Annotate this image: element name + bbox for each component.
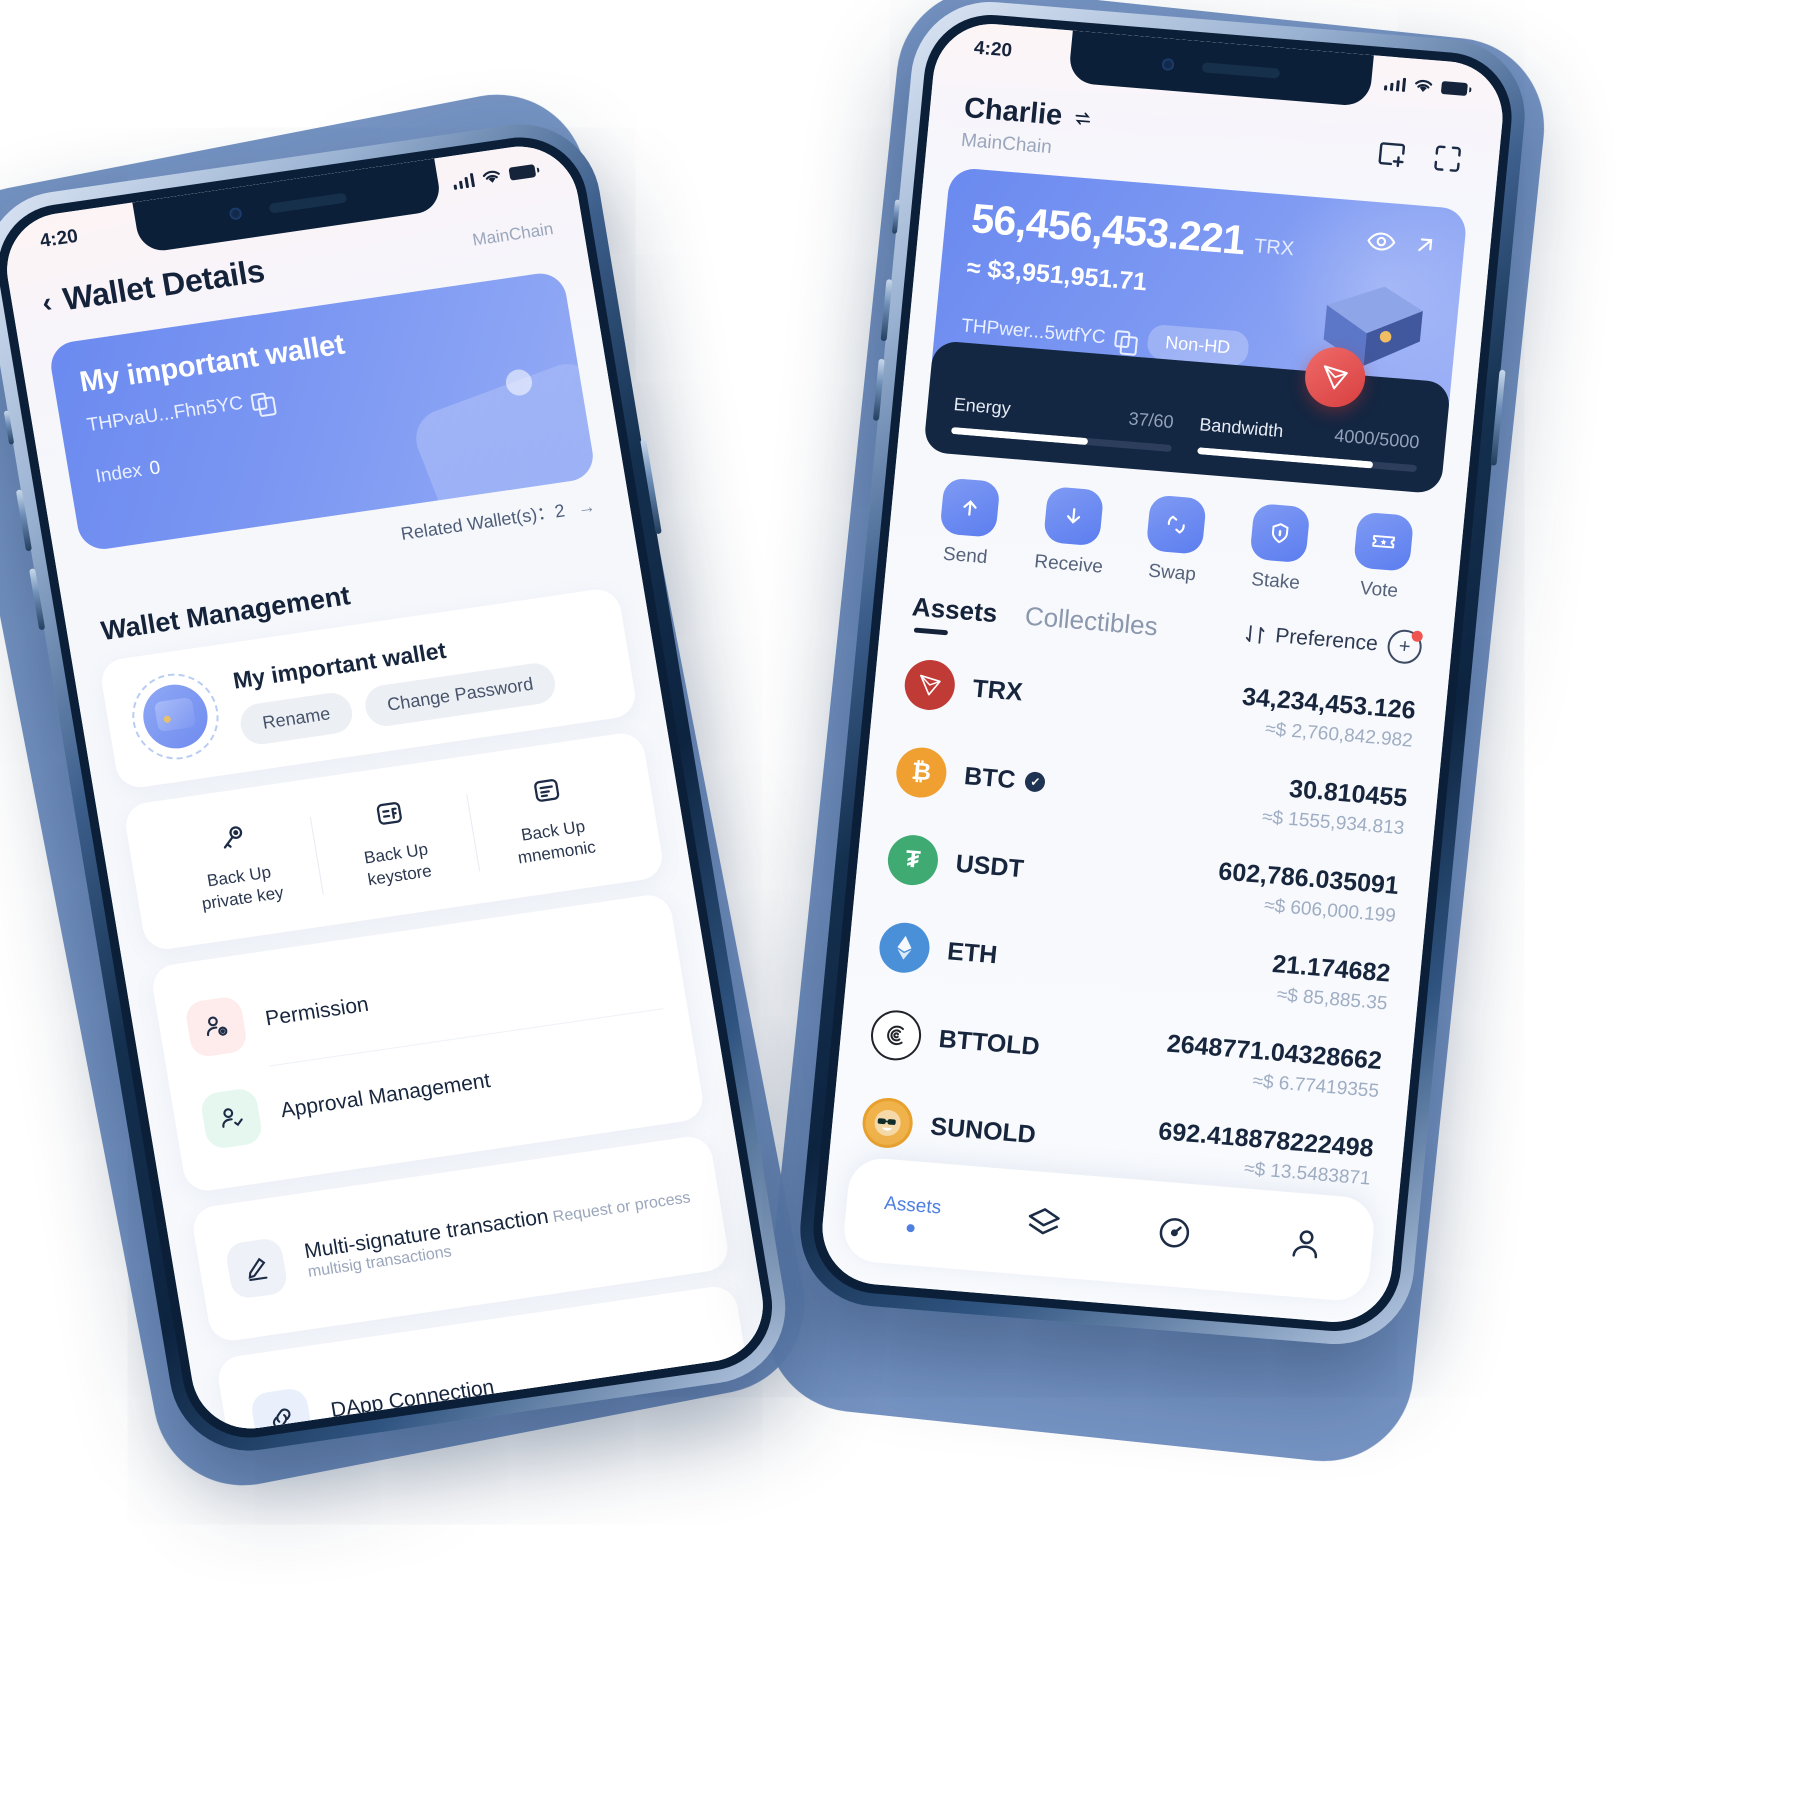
battery-icon <box>1440 80 1468 96</box>
active-indicator-dot <box>906 1223 915 1232</box>
asset-amount: 30.810455 <box>1287 774 1409 813</box>
energy-progress-bar <box>950 426 1172 452</box>
asset-symbol: USDT <box>954 849 1026 883</box>
profile-icon <box>1292 1229 1318 1258</box>
menu-label: DApp Connection <box>329 1375 496 1423</box>
energy-label: Energy <box>952 394 1012 419</box>
page-title: Wallet Details <box>60 252 267 318</box>
add-token-icon[interactable]: + <box>1386 628 1424 666</box>
back-button[interactable]: ‹ <box>40 286 54 318</box>
power-button[interactable] <box>640 438 662 535</box>
nav-item-assets[interactable]: Assets <box>845 1189 980 1237</box>
status-time: 4:20 <box>38 225 80 253</box>
bttold-coin-icon <box>868 1008 924 1063</box>
front-camera-icon <box>228 206 243 221</box>
action-stake[interactable]: Stake <box>1223 501 1335 597</box>
menu-label: Approval Management <box>279 1069 492 1123</box>
index-value: 0 <box>147 457 162 480</box>
action-vote[interactable]: Vote <box>1326 510 1438 606</box>
arrow-up-icon <box>939 477 1001 538</box>
account-switcher[interactable]: Charlie <box>963 92 1096 136</box>
earpiece-speaker <box>1201 62 1280 79</box>
backup-keystore-button[interactable]: Back Up keystore <box>307 779 481 905</box>
link-icon <box>249 1386 315 1437</box>
right-phone-mockup: 4:20 Charlie MainChain 56,456,453.221 TR… <box>793 0 1532 1351</box>
asset-symbol: BTC <box>962 761 1017 794</box>
rename-button[interactable]: Rename <box>237 690 356 747</box>
backup-private-key-button[interactable]: Back Up private key <box>150 801 324 927</box>
copy-icon[interactable] <box>1113 330 1131 349</box>
wallet-address: THPvaU...Fhn5YC <box>85 392 245 437</box>
action-swap[interactable]: Swap <box>1119 493 1231 589</box>
nav-item-explore[interactable] <box>1107 1208 1242 1262</box>
cellular-bars-icon <box>451 172 476 190</box>
arrow-right-icon: → <box>575 495 598 519</box>
wallet-home-screen: 4:20 Charlie MainChain 56,456,453.221 TR… <box>817 19 1508 1327</box>
nav-item-layers[interactable] <box>976 1197 1111 1251</box>
shield-icon <box>1249 503 1311 564</box>
nav-item-profile[interactable] <box>1238 1219 1373 1273</box>
energy-used: 37 <box>1127 408 1150 430</box>
action-send[interactable]: Send <box>912 476 1024 572</box>
asset-list: TRX 34,234,453.126 ≈$ 2,760,842.982 ₿ BT… <box>829 631 1449 1209</box>
arrow-down-icon <box>1042 486 1104 547</box>
layers-icon <box>1028 1207 1060 1234</box>
energy-resource: Energy 37/60 <box>950 394 1175 452</box>
trx-coin-icon <box>902 658 958 712</box>
asset-symbol: SUNOLD <box>929 1112 1038 1149</box>
bandwidth-total: 5000 <box>1378 429 1421 453</box>
copy-icon[interactable] <box>250 391 269 411</box>
chain-label: MainChain <box>470 218 555 250</box>
action-receive[interactable]: Receive <box>1016 484 1128 580</box>
permission-user-icon <box>183 995 249 1059</box>
verified-badge-icon: ✓ <box>1024 771 1047 793</box>
bandwidth-label: Bandwidth <box>1198 414 1285 442</box>
bandwidth-progress-bar <box>1196 447 1418 473</box>
index-label: Index <box>94 460 144 488</box>
nav-label: Assets <box>883 1192 943 1219</box>
tab-assets[interactable]: Assets <box>910 591 999 639</box>
energy-total: 60 <box>1152 410 1175 433</box>
bandwidth-resource: Bandwidth 4000/5000 <box>1196 414 1421 473</box>
asset-fiat: ≈$ 85,885.35 <box>1275 984 1389 1015</box>
usdt-coin-icon: ₮ <box>885 833 941 888</box>
backup-mnemonic-button[interactable]: Back Up mnemonic <box>464 756 638 882</box>
cellular-bars-icon <box>1383 75 1407 92</box>
menu-item-multisig[interactable]: Multi-signature transaction Request or p… <box>217 1159 703 1318</box>
asset-fiat: ≈$ 1555,934.813 <box>1261 806 1406 840</box>
preference-label[interactable]: Preference <box>1274 624 1379 656</box>
bandwidth-used: 4000 <box>1333 425 1376 449</box>
chain-label: MainChain <box>960 129 1053 159</box>
asset-symbol: BTTOLD <box>937 1024 1041 1061</box>
asset-amount: 21.174682 <box>1271 950 1392 988</box>
asset-symbol: TRX <box>971 674 1024 707</box>
earpiece-speaker <box>268 192 347 214</box>
add-wallet-icon[interactable] <box>1373 136 1410 173</box>
scan-qr-icon[interactable] <box>1429 140 1466 177</box>
pencil-icon <box>224 1236 289 1301</box>
explore-icon <box>1160 1217 1190 1248</box>
switch-account-icon[interactable] <box>1071 107 1095 129</box>
asset-symbol: ETH <box>946 936 999 969</box>
balance-amount: 56,456,453.221 <box>969 194 1247 264</box>
wifi-icon <box>1415 79 1433 92</box>
wallet-avatar-icon <box>125 667 226 766</box>
btc-coin-icon: ₿ <box>894 745 949 800</box>
sort-icon[interactable] <box>1244 623 1266 647</box>
left-phone-mockup: 4:20 ‹ Wallet Details MainChain My impor… <box>0 113 798 1462</box>
eth-coin-icon <box>877 920 932 975</box>
swap-icon <box>1146 494 1208 555</box>
approval-user-icon <box>199 1087 264 1151</box>
status-time: 4:20 <box>973 37 1013 62</box>
ticket-icon <box>1353 511 1415 572</box>
sunold-coin-icon <box>860 1096 915 1150</box>
front-camera-icon <box>1161 57 1175 71</box>
wifi-icon <box>482 170 500 183</box>
account-name: Charlie <box>962 91 1064 132</box>
wallet-details-screen: 4:20 ‹ Wallet Details MainChain My impor… <box>0 138 772 1437</box>
battery-icon <box>508 163 537 181</box>
menu-label: Permission <box>263 992 371 1031</box>
